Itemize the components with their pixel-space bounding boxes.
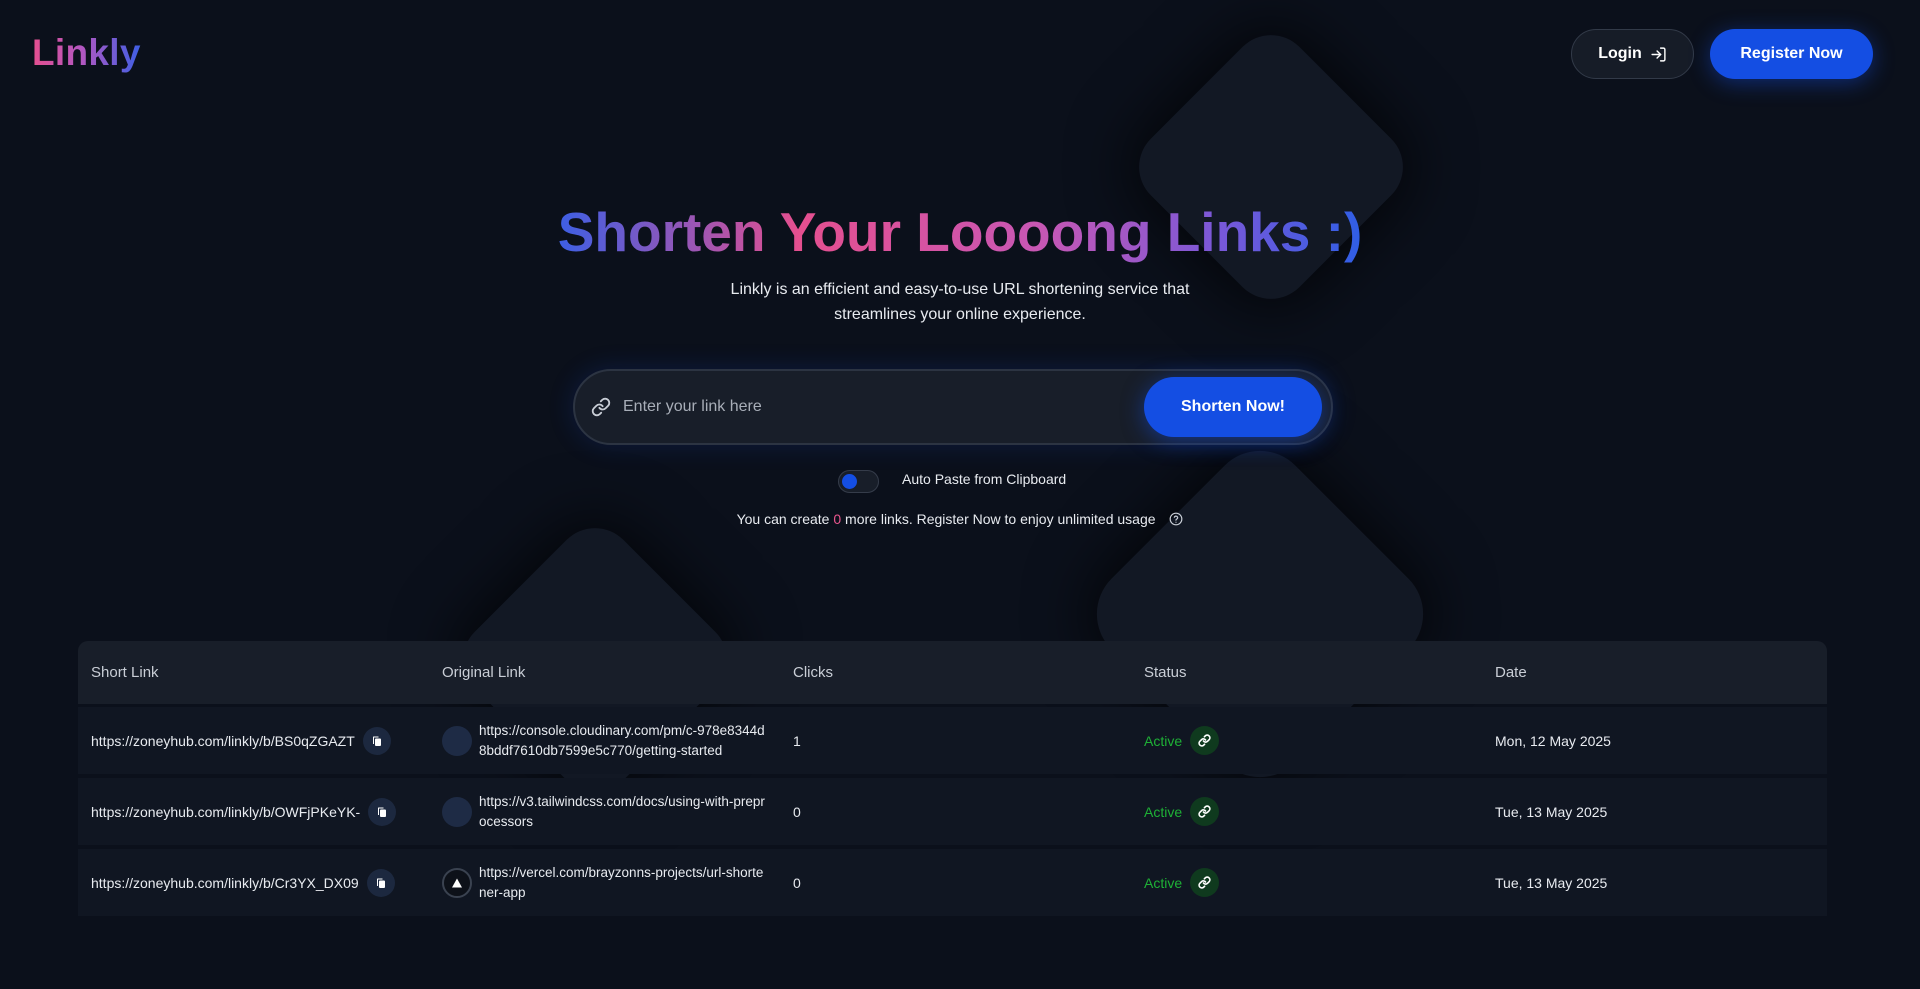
- column-header-short-link: Short Link: [91, 664, 159, 681]
- status-cell: Active: [1131, 868, 1482, 897]
- copy-button[interactable]: [362, 726, 391, 755]
- original-link-cell: https://vercel.com/brayzonns-projects/ur…: [429, 863, 780, 903]
- link-icon: [1198, 805, 1211, 818]
- short-link-cell: https://zoneyhub.com/linkly/b/Cr3YX_DX09: [78, 868, 429, 897]
- link-icon: [1198, 734, 1211, 747]
- help-icon[interactable]: [1169, 512, 1183, 526]
- usage-limit-text: You can create 0 more links. Register No…: [0, 510, 1920, 528]
- copy-button[interactable]: [368, 797, 397, 826]
- original-link-cell: https://console.cloudinary.com/pm/c-978e…: [429, 721, 780, 761]
- original-link[interactable]: https://vercel.com/brayzonns-projects/ur…: [479, 863, 769, 903]
- page: Linkly Login Register Now Shorten Your L…: [0, 0, 1920, 989]
- blank-favicon: [442, 725, 472, 756]
- links-table: Short Link Original Link Clicks Status D…: [78, 641, 1827, 916]
- short-link-cell: https://zoneyhub.com/linkly/b/OWFjPKeYK-: [78, 797, 429, 826]
- scrollbar[interactable]: [1913, 0, 1920, 989]
- usage-limit-suffix: more links. Register Now to enjoy unlimi…: [841, 511, 1156, 527]
- link-icon: [1198, 876, 1211, 889]
- status-badge: Active: [1144, 874, 1183, 891]
- date-cell: Tue, 13 May 2025: [1495, 874, 1608, 891]
- page-subtitle: Linkly is an efficient and easy-to-use U…: [730, 281, 1190, 323]
- copy-icon: [372, 736, 381, 746]
- clicks-cell: 0: [793, 874, 801, 891]
- toggle-knob: [842, 474, 857, 489]
- column-header-original-link: Original Link: [442, 664, 526, 681]
- copy-icon: [378, 807, 387, 817]
- table-row: https://zoneyhub.com/linkly/b/OWFjPKeYK-…: [78, 778, 1827, 845]
- register-button[interactable]: Register Now: [1710, 29, 1873, 79]
- clicks-cell: 0: [793, 803, 801, 820]
- page-title: Shorten Your Loooong Links :): [0, 200, 1920, 264]
- column-header-status: Status: [1144, 664, 1187, 681]
- status-badge: Active: [1144, 803, 1183, 820]
- short-link[interactable]: https://zoneyhub.com/linkly/b/OWFjPKeYK-: [91, 804, 360, 820]
- status-badge: Active: [1144, 732, 1183, 749]
- shorten-form: Shorten Now!: [573, 369, 1333, 445]
- status-cell: Active: [1131, 726, 1482, 755]
- copy-button[interactable]: [366, 868, 395, 897]
- clicks-cell: 1: [793, 732, 801, 749]
- usage-limit-prefix: You can create: [736, 511, 834, 527]
- logo[interactable]: Linkly: [32, 32, 141, 74]
- short-link-cell: https://zoneyhub.com/linkly/b/BS0qZGAZT: [78, 726, 429, 755]
- status-link-button[interactable]: [1190, 726, 1220, 755]
- shorten-button[interactable]: Shorten Now!: [1144, 377, 1322, 437]
- original-link-cell: https://v3.tailwindcss.com/docs/using-wi…: [429, 792, 780, 832]
- table-header: Short Link Original Link Clicks Status D…: [78, 641, 1827, 704]
- auto-paste-toggle[interactable]: [838, 470, 879, 493]
- column-header-clicks: Clicks: [793, 664, 833, 681]
- copy-icon: [376, 878, 385, 888]
- table-row: https://zoneyhub.com/linkly/b/Cr3YX_DX09…: [78, 849, 1827, 916]
- status-link-button[interactable]: [1190, 797, 1220, 826]
- login-label: Login: [1598, 45, 1642, 62]
- auto-paste-label: Auto Paste from Clipboard: [902, 471, 1067, 487]
- vercel-triangle-icon: [442, 867, 472, 898]
- date-cell: Tue, 13 May 2025: [1495, 803, 1608, 820]
- short-link[interactable]: https://zoneyhub.com/linkly/b/BS0qZGAZT: [91, 733, 355, 749]
- status-cell: Active: [1131, 797, 1482, 826]
- link-icon: [591, 397, 611, 417]
- table-row: https://zoneyhub.com/linkly/b/BS0qZGAZT …: [78, 707, 1827, 774]
- status-link-button[interactable]: [1190, 868, 1220, 897]
- column-header-date: Date: [1495, 664, 1527, 681]
- triangle-icon: [452, 878, 462, 887]
- blank-favicon: [442, 796, 472, 827]
- page-title-text: Shorten Your Loooong Links :): [557, 201, 1363, 263]
- original-link[interactable]: https://console.cloudinary.com/pm/c-978e…: [479, 721, 769, 761]
- date-cell: Mon, 12 May 2025: [1495, 732, 1611, 749]
- table-body: https://zoneyhub.com/linkly/b/BS0qZGAZT …: [78, 707, 1827, 916]
- login-icon: [1651, 46, 1666, 62]
- remaining-links-count: 0: [833, 511, 842, 527]
- short-link[interactable]: https://zoneyhub.com/linkly/b/Cr3YX_DX09: [91, 875, 359, 891]
- header: Linkly Login Register Now: [0, 0, 1920, 106]
- link-input[interactable]: [623, 389, 1103, 425]
- original-link[interactable]: https://v3.tailwindcss.com/docs/using-wi…: [479, 792, 769, 832]
- login-button[interactable]: Login: [1571, 29, 1694, 79]
